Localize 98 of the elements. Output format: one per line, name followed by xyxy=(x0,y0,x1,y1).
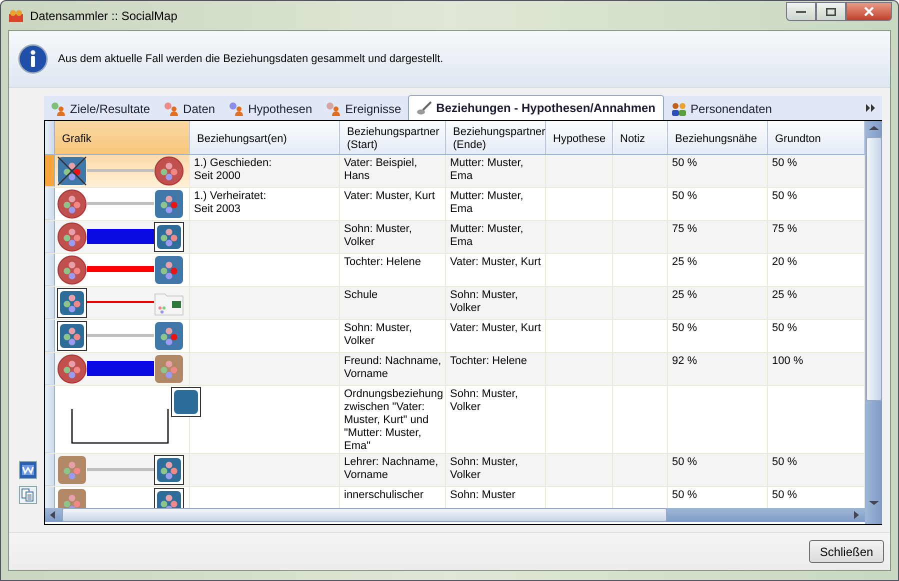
table-cell: Mutter: Muster, Ema xyxy=(450,223,524,248)
square-node-icon[interactable] xyxy=(57,288,87,318)
connector-line xyxy=(87,168,154,172)
table-cell: Vater: Beispiel, Hans xyxy=(344,157,418,182)
table-cell: 50 % xyxy=(672,322,698,334)
table-cell: Sohn: Muster, Volker xyxy=(450,388,518,413)
table-cell: 25 % xyxy=(672,289,698,301)
table-cell: 50 % xyxy=(672,190,698,202)
column-header[interactable]: Notiz xyxy=(613,121,668,154)
window-title: Datensammler :: SocialMap xyxy=(30,8,178,22)
table-cell: 25 % xyxy=(772,289,798,301)
table-cell: 50 % xyxy=(772,157,798,169)
table-cell: Tochter: Helene xyxy=(450,355,528,367)
column-header[interactable]: Grafik xyxy=(55,121,190,154)
table-cell: 50 % xyxy=(672,456,698,468)
table-cell: 50 % xyxy=(772,489,798,501)
tab[interactable]: Hypothesen xyxy=(222,98,320,120)
table-cell: 92 % xyxy=(672,355,698,367)
table-cell: Sohn: Muster, Volker xyxy=(450,456,518,481)
table-cell: 25 % xyxy=(672,256,698,268)
table-cell: Ordnungsbeziehung zwischen "Vater: Muster, Kurt" und "Mutter: Muster, Ema" xyxy=(344,388,444,452)
table-cell: 50 % xyxy=(772,190,798,202)
circle-node-icon[interactable] xyxy=(57,354,87,384)
column-header[interactable]: Beziehungsart(en) xyxy=(190,121,340,154)
square-node-icon[interactable] xyxy=(154,321,184,351)
scrollbar-thumb[interactable] xyxy=(62,508,667,522)
app-icon xyxy=(8,8,24,22)
square-node-icon[interactable] xyxy=(57,156,87,186)
scroll-tabs-icon[interactable] xyxy=(866,104,876,112)
table-cell: Mutter: Muster, Ema xyxy=(450,157,524,182)
table-cell: Schule xyxy=(344,289,378,301)
square-node-icon[interactable] xyxy=(154,455,184,485)
circle-node-icon[interactable] xyxy=(57,255,87,285)
square-node-icon[interactable] xyxy=(154,222,184,252)
connector-line xyxy=(87,334,154,336)
connector-line xyxy=(87,468,154,470)
vertical-scrollbar[interactable] xyxy=(865,121,882,524)
relationship-type: 1.) Verheiratet: Seit 2003 xyxy=(194,190,266,215)
table-cell: 100 % xyxy=(772,355,804,367)
copy-icon[interactable] xyxy=(18,486,36,504)
connector-line xyxy=(87,301,154,303)
table-cell: Mutter: Muster, Ema xyxy=(450,190,524,215)
square-node-icon[interactable] xyxy=(57,321,87,351)
minimize-icon xyxy=(796,10,806,12)
table-cell: 20 % xyxy=(772,256,798,268)
horizontal-scrollbar[interactable] xyxy=(45,508,865,522)
table-cell: Sohn: Muster, Volker xyxy=(450,289,518,314)
table-cell: 50 % xyxy=(672,489,698,501)
square-node-icon[interactable] xyxy=(57,455,87,485)
person-icon xyxy=(326,102,342,116)
table-cell: 50 % xyxy=(772,322,798,334)
table-cell: Tochter: Helene xyxy=(344,256,422,268)
document-icon[interactable] xyxy=(18,461,36,479)
square-node-icon[interactable] xyxy=(171,387,201,417)
circle-node-icon[interactable] xyxy=(154,156,184,186)
table-cell: 75 % xyxy=(672,223,698,235)
column-header[interactable]: Beziehungspartner (Ende) xyxy=(446,121,546,154)
table-cell: Sohn: Muster, Volker xyxy=(344,223,412,248)
tab[interactable]: Daten xyxy=(157,98,222,120)
tab[interactable]: Ereignisse xyxy=(319,98,408,120)
table-cell: 50 % xyxy=(772,456,798,468)
connector-line xyxy=(87,202,154,204)
circle-node-icon[interactable] xyxy=(57,189,87,219)
close-button[interactable] xyxy=(846,2,892,21)
table-cell: Vater: Muster, Kurt xyxy=(450,322,541,334)
table-cell: 50 % xyxy=(672,157,698,169)
close-dialog-button[interactable]: Schließen xyxy=(809,540,884,563)
column-header[interactable]: Beziehungsnähe xyxy=(668,121,768,154)
person-icon xyxy=(51,102,66,116)
tab[interactable]: Ziele/Resultate xyxy=(44,98,158,120)
table-cell: Vater: Muster, Kurt xyxy=(450,256,541,268)
table-cell: Freund: Nachname, Vorname xyxy=(344,355,442,380)
column-header[interactable]: Beziehungspartner (Start) xyxy=(340,121,446,154)
scrollbar-thumb[interactable] xyxy=(866,137,882,401)
column-header[interactable]: Hypothese xyxy=(546,121,613,154)
circle-node-icon[interactable] xyxy=(57,222,87,252)
table-cell: innerschulischer xyxy=(344,489,424,501)
info-icon xyxy=(18,44,48,74)
table-cell: Vater: Muster, Kurt xyxy=(344,190,435,202)
info-message: Aus dem aktuelle Fall werden die Beziehungsdaten gesammelt und dargestellt. xyxy=(58,53,444,65)
table-cell: 75 % xyxy=(772,223,798,235)
table-cell: Sohn: Muster, Volker xyxy=(344,322,412,347)
tab[interactable]: Personendaten xyxy=(664,98,779,120)
brush-icon xyxy=(416,101,432,115)
square-node-icon[interactable] xyxy=(154,255,184,285)
maximize-icon xyxy=(826,8,836,16)
table-cell: Lehrer: Nachname, Vorname xyxy=(344,456,438,481)
person-icon xyxy=(164,102,180,116)
tab[interactable]: Beziehungen - Hypothesen/Annahmen xyxy=(408,95,664,120)
square-node-icon[interactable] xyxy=(154,189,184,219)
people-icon xyxy=(670,102,687,116)
relationship-type: 1.) Geschieden: Seit 2000 xyxy=(194,157,272,182)
square-node-icon[interactable] xyxy=(154,354,184,384)
person-icon xyxy=(229,102,244,116)
close-icon xyxy=(864,7,874,16)
minimize-button[interactable] xyxy=(786,2,816,21)
table-cell: Sohn: Muster xyxy=(450,489,516,501)
maximize-button[interactable] xyxy=(816,2,846,21)
